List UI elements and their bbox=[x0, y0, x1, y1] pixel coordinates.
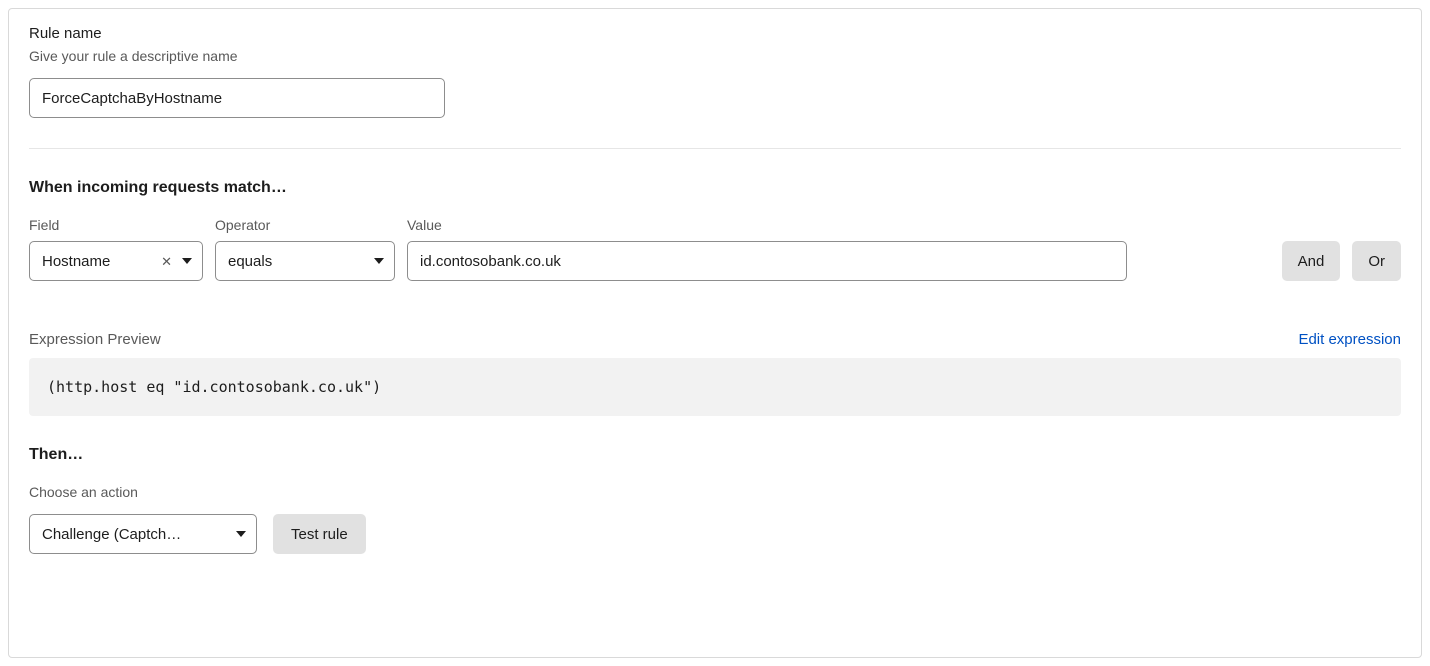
operator-select[interactable]: equals bbox=[215, 241, 395, 281]
value-label: Value bbox=[407, 217, 1270, 233]
expression-label: Expression Preview bbox=[29, 331, 161, 348]
then-description: Choose an action bbox=[29, 484, 1401, 500]
chevron-down-icon bbox=[182, 258, 192, 264]
chevron-down-icon bbox=[236, 531, 246, 537]
operator-select-value: equals bbox=[228, 253, 370, 270]
field-select[interactable]: Hostname ✕ bbox=[29, 241, 203, 281]
chevron-down-icon bbox=[374, 258, 384, 264]
match-heading: When incoming requests match… bbox=[29, 179, 1401, 197]
filter-row: Field Hostname ✕ Operator equals Value A… bbox=[29, 217, 1401, 281]
value-input[interactable] bbox=[407, 241, 1127, 281]
rule-name-label: Rule name bbox=[29, 25, 1401, 42]
then-section: Then… Choose an action Challenge (Captch… bbox=[29, 446, 1401, 554]
rule-name-section: Rule name Give your rule a descriptive n… bbox=[29, 25, 1401, 118]
expression-preview: (http.host eq "id.contosobank.co.uk") bbox=[29, 358, 1401, 416]
and-button[interactable]: And bbox=[1282, 241, 1341, 281]
expression-header-row: Expression Preview Edit expression bbox=[29, 331, 1401, 348]
rule-name-description: Give your rule a descriptive name bbox=[29, 48, 1401, 64]
field-label: Field bbox=[29, 217, 203, 233]
edit-expression-link[interactable]: Edit expression bbox=[1298, 331, 1401, 348]
field-select-value: Hostname bbox=[42, 253, 155, 270]
rule-name-input[interactable] bbox=[29, 78, 445, 118]
operator-label: Operator bbox=[215, 217, 395, 233]
test-rule-button[interactable]: Test rule bbox=[273, 514, 366, 554]
section-divider bbox=[29, 148, 1401, 149]
field-column: Field Hostname ✕ bbox=[29, 217, 203, 281]
or-button[interactable]: Or bbox=[1352, 241, 1401, 281]
value-column: Value bbox=[407, 217, 1270, 281]
then-row: Challenge (Captch… Test rule bbox=[29, 514, 1401, 554]
close-icon[interactable]: ✕ bbox=[155, 255, 178, 268]
then-heading: Then… bbox=[29, 446, 1401, 464]
action-select[interactable]: Challenge (Captch… bbox=[29, 514, 257, 554]
match-section: When incoming requests match… Field Host… bbox=[29, 179, 1401, 281]
operator-column: Operator equals bbox=[215, 217, 395, 281]
rule-editor-panel: Rule name Give your rule a descriptive n… bbox=[8, 8, 1422, 658]
action-select-value: Challenge (Captch… bbox=[42, 526, 232, 543]
